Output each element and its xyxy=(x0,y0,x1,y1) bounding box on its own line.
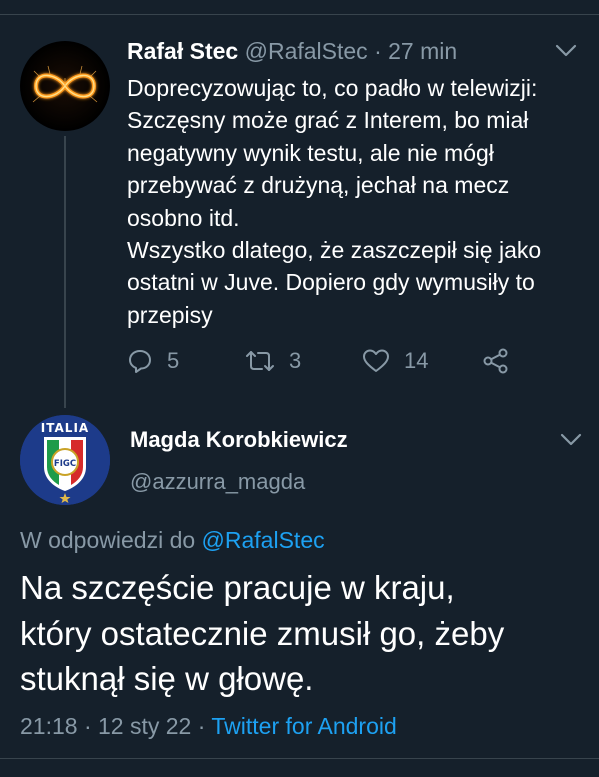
tweet-line: Na szczęście pracuje w kraju, xyxy=(20,569,455,606)
separator: · xyxy=(83,713,92,739)
reply-count: 5 xyxy=(167,348,180,373)
heart-icon xyxy=(363,349,389,372)
avatar[interactable] xyxy=(20,41,110,131)
chevron-down-icon[interactable] xyxy=(555,44,577,58)
tweet-text: Doprecyzowując to, co padło w telewizji:… xyxy=(127,72,582,331)
chevron-down-icon[interactable] xyxy=(560,433,582,447)
top-divider xyxy=(0,0,599,15)
retweet-button[interactable]: 3 xyxy=(245,346,301,376)
author-name[interactable]: Rafał Stec xyxy=(127,38,238,64)
svg-text:ITALIA: ITALIA xyxy=(41,421,89,435)
tweet-actions: 5 3 14 xyxy=(127,346,527,376)
tweet-meta: 21:18 · 12 sty 22 · Twitter for Android xyxy=(20,711,397,741)
separator: · xyxy=(197,713,206,739)
tweet-line: Szczęsny może grać z Interem, bo miał xyxy=(127,107,529,134)
tweet-header: Rafał Stec @RafalStec · 27 min xyxy=(127,36,457,66)
infinity-sparkler-icon xyxy=(32,65,98,103)
share-button[interactable] xyxy=(482,346,510,376)
svg-text:FIGC: FIGC xyxy=(54,459,76,469)
figc-logo-icon: ITALIA FIGC xyxy=(20,415,110,505)
tweet-line: Doprecyzowując to, co padło w telewizji: xyxy=(127,75,538,101)
retweet-icon xyxy=(246,351,274,371)
like-button[interactable]: 14 xyxy=(362,346,428,376)
retweet-count: 3 xyxy=(289,348,302,373)
tweet-line: negatywny wynik testu, ale nie mógł xyxy=(127,139,494,166)
tweet-line: stuknął się w głowę. xyxy=(20,660,314,697)
thread-line xyxy=(64,136,66,408)
avatar[interactable]: ITALIA FIGC xyxy=(20,415,110,505)
reply-button[interactable]: 5 xyxy=(127,346,179,376)
tweet-source-link[interactable]: Twitter for Android xyxy=(211,713,396,739)
author-handle[interactable]: @azzurra_magda xyxy=(130,467,305,497)
tweet-line: ostatni w Juve. Dopiero gdy wymusiły to xyxy=(127,269,535,296)
share-icon xyxy=(483,348,508,374)
tweet-time[interactable]: 21:18 xyxy=(20,713,78,739)
tweet-date[interactable]: 12 sty 22 xyxy=(98,713,191,739)
tweet-line: Wszystko dlatego, że zaszczepił się jako xyxy=(127,237,542,264)
reply-prefix: W odpowiedzi do xyxy=(20,527,196,553)
author-name[interactable]: Magda Korobkiewicz xyxy=(130,425,348,455)
tweet-line: przepisy xyxy=(127,301,213,328)
bottom-divider xyxy=(0,758,599,759)
reply-context: W odpowiedzi do @RafalStec xyxy=(20,525,325,555)
separator: · xyxy=(374,38,382,64)
like-count: 14 xyxy=(404,348,429,373)
reply-icon xyxy=(129,350,151,373)
author-handle[interactable]: @RafalStec xyxy=(245,38,368,64)
tweet-line: przebywać z drużyną, jechał na mecz xyxy=(127,172,510,199)
tweet-time[interactable]: 27 min xyxy=(388,38,457,64)
reply-to-link[interactable]: @RafalStec xyxy=(202,527,325,553)
tweet-line: osobno itd. xyxy=(127,204,240,231)
tweet-text: Na szczęście pracuje w kraju, który osta… xyxy=(20,565,590,702)
tweet-line: który ostatecznie zmusił go, żeby xyxy=(20,614,505,652)
